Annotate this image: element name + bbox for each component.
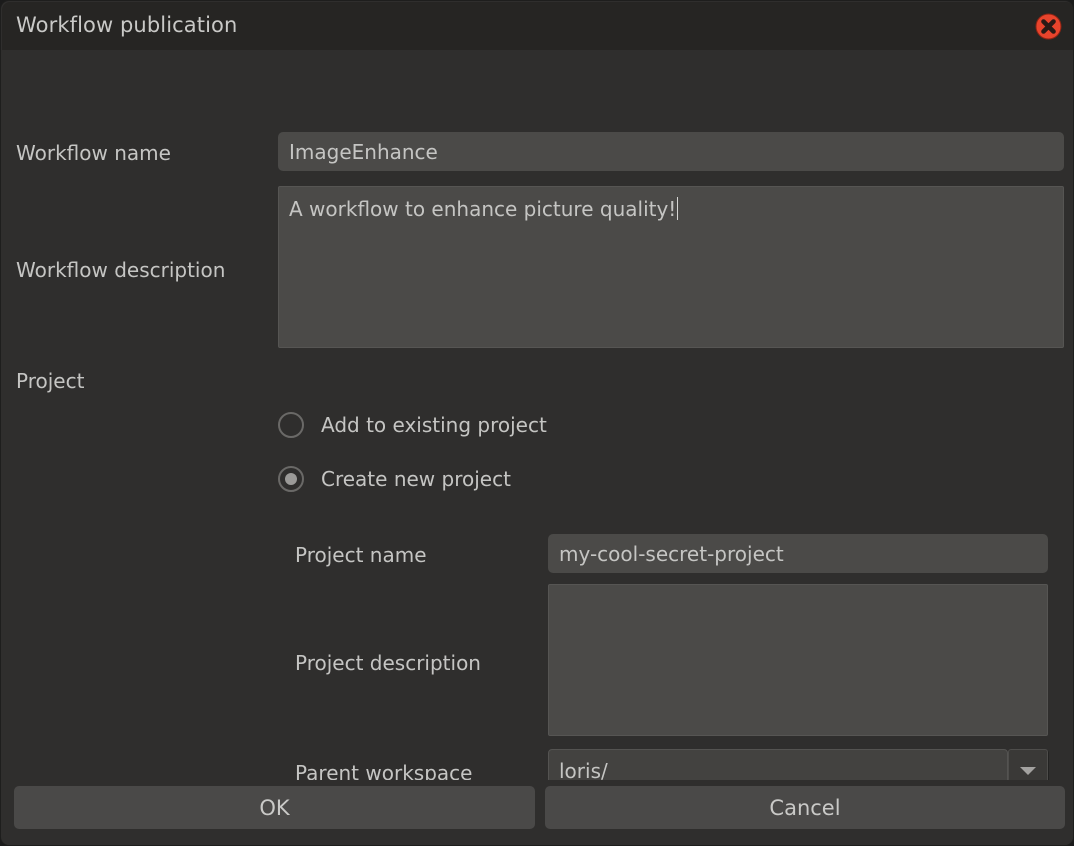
radio-create-new-project-label: Create new project (321, 467, 511, 491)
chevron-down-icon (1020, 767, 1036, 775)
dialog-title: Workflow publication (16, 13, 238, 37)
project-description-label: Project description (295, 651, 481, 675)
radio-add-to-existing-project[interactable]: Add to existing project (278, 412, 547, 438)
text-caret (677, 197, 679, 220)
dialog-body: Workflow name Workflow description A wor… (2, 50, 1073, 793)
workflow-description-label: Workflow description (16, 258, 226, 282)
dialog-button-bar: OK Cancel (2, 780, 1073, 845)
radio-unchecked-icon (278, 412, 304, 438)
workflow-name-input[interactable] (278, 132, 1064, 171)
workflow-description-value: A workflow to enhance picture quality! (289, 197, 1049, 221)
radio-create-new-project[interactable]: Create new project (278, 466, 511, 492)
project-label: Project (16, 369, 85, 393)
close-circle-icon-svg (1035, 13, 1062, 40)
radio-add-to-existing-project-label: Add to existing project (321, 413, 547, 437)
project-description-textarea[interactable] (548, 584, 1048, 736)
project-name-label: Project name (295, 543, 427, 567)
workflow-description-text: A workflow to enhance picture quality! (289, 197, 677, 221)
workflow-publication-dialog: Workflow publication Workflow name Workf… (0, 0, 1074, 846)
close-icon[interactable] (1035, 13, 1062, 40)
project-name-input[interactable] (548, 534, 1048, 573)
cancel-button[interactable]: Cancel (545, 786, 1065, 829)
radio-checked-icon (278, 466, 304, 492)
dialog-titlebar: Workflow publication (2, 2, 1073, 50)
ok-button[interactable]: OK (14, 786, 535, 829)
workflow-name-label: Workflow name (16, 141, 171, 165)
